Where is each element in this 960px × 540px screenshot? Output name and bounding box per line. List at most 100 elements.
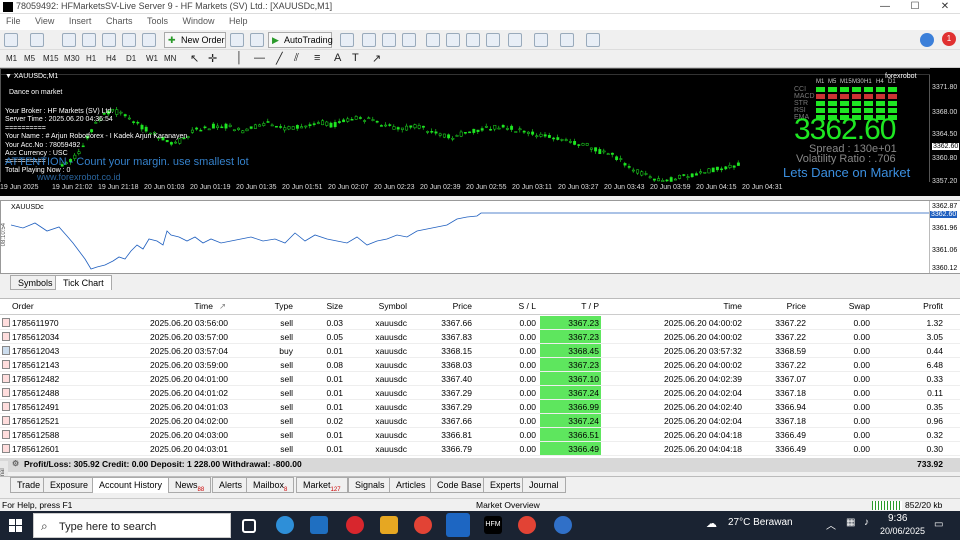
- periods-icon[interactable]: [560, 33, 574, 47]
- table-row[interactable]: 1785612488 2025.06.20 04:01:02 sell 0.01 xau…: [0, 386, 960, 400]
- tab-tick-chart[interactable]: Tick Chart: [55, 275, 112, 290]
- tf-h1[interactable]: H1: [86, 54, 96, 63]
- terminal-tab-account-history[interactable]: Account History: [92, 477, 169, 493]
- task-view-icon[interactable]: [242, 519, 256, 533]
- network-icon[interactable]: ▦: [846, 517, 855, 528]
- bar-chart-icon[interactable]: [362, 33, 376, 47]
- table-row[interactable]: 1785612521 2025.06.20 04:02:00 sell 0.02 xau…: [0, 414, 960, 428]
- col-swap[interactable]: Swap: [830, 301, 870, 311]
- data-window-icon[interactable]: [102, 33, 116, 47]
- terminal-tab-code-base[interactable]: Code Base: [430, 477, 489, 493]
- trendline-icon[interactable]: ╱: [276, 52, 283, 65]
- terminal-tab-journal[interactable]: Journal: [522, 477, 566, 493]
- options-icon[interactable]: [340, 33, 354, 47]
- menu-tools[interactable]: Tools: [141, 14, 174, 28]
- cursor-icon[interactable]: ↖: [190, 52, 199, 65]
- indicators-icon[interactable]: [534, 33, 548, 47]
- tick-chart[interactable]: XAUUSDc 3362.87 3362.60 3361.96 3361.06 …: [0, 200, 960, 274]
- table-row[interactable]: 1785612034 2025.06.20 03:57:00 sell 0.05 xau…: [0, 330, 960, 344]
- col-size[interactable]: Size: [300, 301, 343, 311]
- profiles-icon[interactable]: [30, 33, 44, 47]
- edge-icon[interactable]: [276, 516, 294, 534]
- chart-shift-icon[interactable]: [508, 33, 522, 47]
- price-chart[interactable]: ▼ XAUUSDc,M1 forexrobot Dance on market …: [0, 68, 930, 196]
- terminal-tab-trade[interactable]: Trade: [10, 477, 47, 493]
- line-chart-icon[interactable]: [402, 33, 416, 47]
- tile-windows-icon[interactable]: [466, 33, 480, 47]
- volume-icon[interactable]: ♪: [864, 517, 869, 528]
- strategy-tester-icon[interactable]: [142, 33, 156, 47]
- table-row[interactable]: 1785612143 2025.06.20 03:59:00 sell 0.08 xau…: [0, 358, 960, 372]
- terminal-tab-news[interactable]: News88: [168, 477, 211, 493]
- vertical-line-icon[interactable]: │: [236, 52, 243, 64]
- metaeditor-icon[interactable]: [230, 33, 244, 47]
- notifications-icon[interactable]: ▭: [934, 519, 943, 530]
- col-close-price[interactable]: Price: [770, 301, 806, 311]
- chrome-2-icon[interactable]: [518, 516, 536, 534]
- minimize-button[interactable]: —: [870, 0, 900, 14]
- tf-h4[interactable]: H4: [106, 54, 116, 63]
- new-chart-icon[interactable]: [4, 33, 18, 47]
- tf-w1[interactable]: W1: [146, 54, 158, 63]
- col-order[interactable]: Order: [12, 301, 34, 311]
- menu-window[interactable]: Window: [177, 14, 221, 28]
- app-icon[interactable]: [554, 516, 572, 534]
- table-row[interactable]: 1785612588 2025.06.20 04:03:00 sell 0.01 xau…: [0, 428, 960, 442]
- table-row[interactable]: 1785611970 2025.06.20 03:56:00 sell 0.03 xau…: [0, 316, 960, 330]
- col-tp[interactable]: T / P: [555, 301, 599, 311]
- terminal-tab-experts[interactable]: Experts: [483, 477, 528, 493]
- tf-m5[interactable]: M5: [24, 54, 35, 63]
- autotrading-button[interactable]: ▶ AutoTrading: [268, 32, 332, 48]
- autoscroll-icon[interactable]: [486, 33, 500, 47]
- col-profit[interactable]: Profit: [900, 301, 943, 311]
- close-button[interactable]: ✕: [930, 0, 960, 14]
- tray-chevron-icon[interactable]: ︿: [826, 517, 836, 532]
- search-icon[interactable]: [920, 33, 934, 47]
- start-icon[interactable]: [9, 519, 22, 532]
- tf-m30[interactable]: M30: [64, 54, 80, 63]
- menu-file[interactable]: File: [0, 14, 27, 28]
- channel-icon[interactable]: ⫽: [294, 52, 299, 65]
- terminal-tab-alerts[interactable]: Alerts: [212, 477, 249, 493]
- market-watch-icon[interactable]: [62, 33, 76, 47]
- candlestick-icon[interactable]: [382, 33, 396, 47]
- col-symbol[interactable]: Symbol: [360, 301, 407, 311]
- hfm-icon[interactable]: HFM: [484, 516, 502, 534]
- tf-m15[interactable]: M15: [43, 54, 59, 63]
- tf-m1[interactable]: M1: [6, 54, 17, 63]
- menu-insert[interactable]: Insert: [63, 14, 98, 28]
- navigator-icon[interactable]: [82, 33, 96, 47]
- col-type[interactable]: Type: [250, 301, 293, 311]
- store-icon[interactable]: [310, 516, 328, 534]
- terminal-tab-market[interactable]: Market127: [296, 477, 348, 493]
- tf-d1[interactable]: D1: [126, 54, 136, 63]
- maximize-button[interactable]: ☐: [900, 0, 930, 14]
- table-row[interactable]: 1785612482 2025.06.20 04:01:00 sell 0.01 xau…: [0, 372, 960, 386]
- notification-icon[interactable]: 1: [942, 32, 956, 46]
- table-row[interactable]: 1785612601 2025.06.20 04:03:01 sell 0.01 xau…: [0, 442, 960, 456]
- fibo-icon[interactable]: ≡: [314, 52, 320, 64]
- tf-mn[interactable]: MN: [164, 54, 176, 63]
- menu-view[interactable]: View: [29, 14, 60, 28]
- table-row[interactable]: 1785612043 2025.06.20 03:57:04 buy 0.01 xauu…: [0, 344, 960, 358]
- file-explorer-icon[interactable]: [380, 516, 398, 534]
- terminal-tab-exposure[interactable]: Exposure: [43, 477, 95, 493]
- menu-charts[interactable]: Charts: [100, 14, 139, 28]
- templates-icon[interactable]: [586, 33, 600, 47]
- col-sl[interactable]: S / L: [490, 301, 536, 311]
- clock-time[interactable]: 9:36: [888, 513, 907, 524]
- chrome-icon[interactable]: [414, 516, 432, 534]
- clock-date[interactable]: 20/06/2025: [880, 526, 925, 536]
- opera-icon[interactable]: [346, 516, 364, 534]
- terminal-tab-signals[interactable]: Signals: [348, 477, 392, 493]
- metatrader-icon[interactable]: [446, 513, 470, 537]
- tab-symbols[interactable]: Symbols: [10, 275, 61, 290]
- crosshair-icon[interactable]: ✛: [208, 52, 217, 65]
- terminal-tab-articles[interactable]: Articles: [389, 477, 433, 493]
- zoom-out-icon[interactable]: [446, 33, 460, 47]
- menu-help[interactable]: Help: [223, 14, 254, 28]
- col-close-time[interactable]: Time: [700, 301, 742, 311]
- arrows-icon[interactable]: ↗: [372, 52, 381, 65]
- terminal-tab-mailbox[interactable]: Mailbox8: [246, 477, 294, 493]
- label-icon[interactable]: T: [352, 52, 359, 64]
